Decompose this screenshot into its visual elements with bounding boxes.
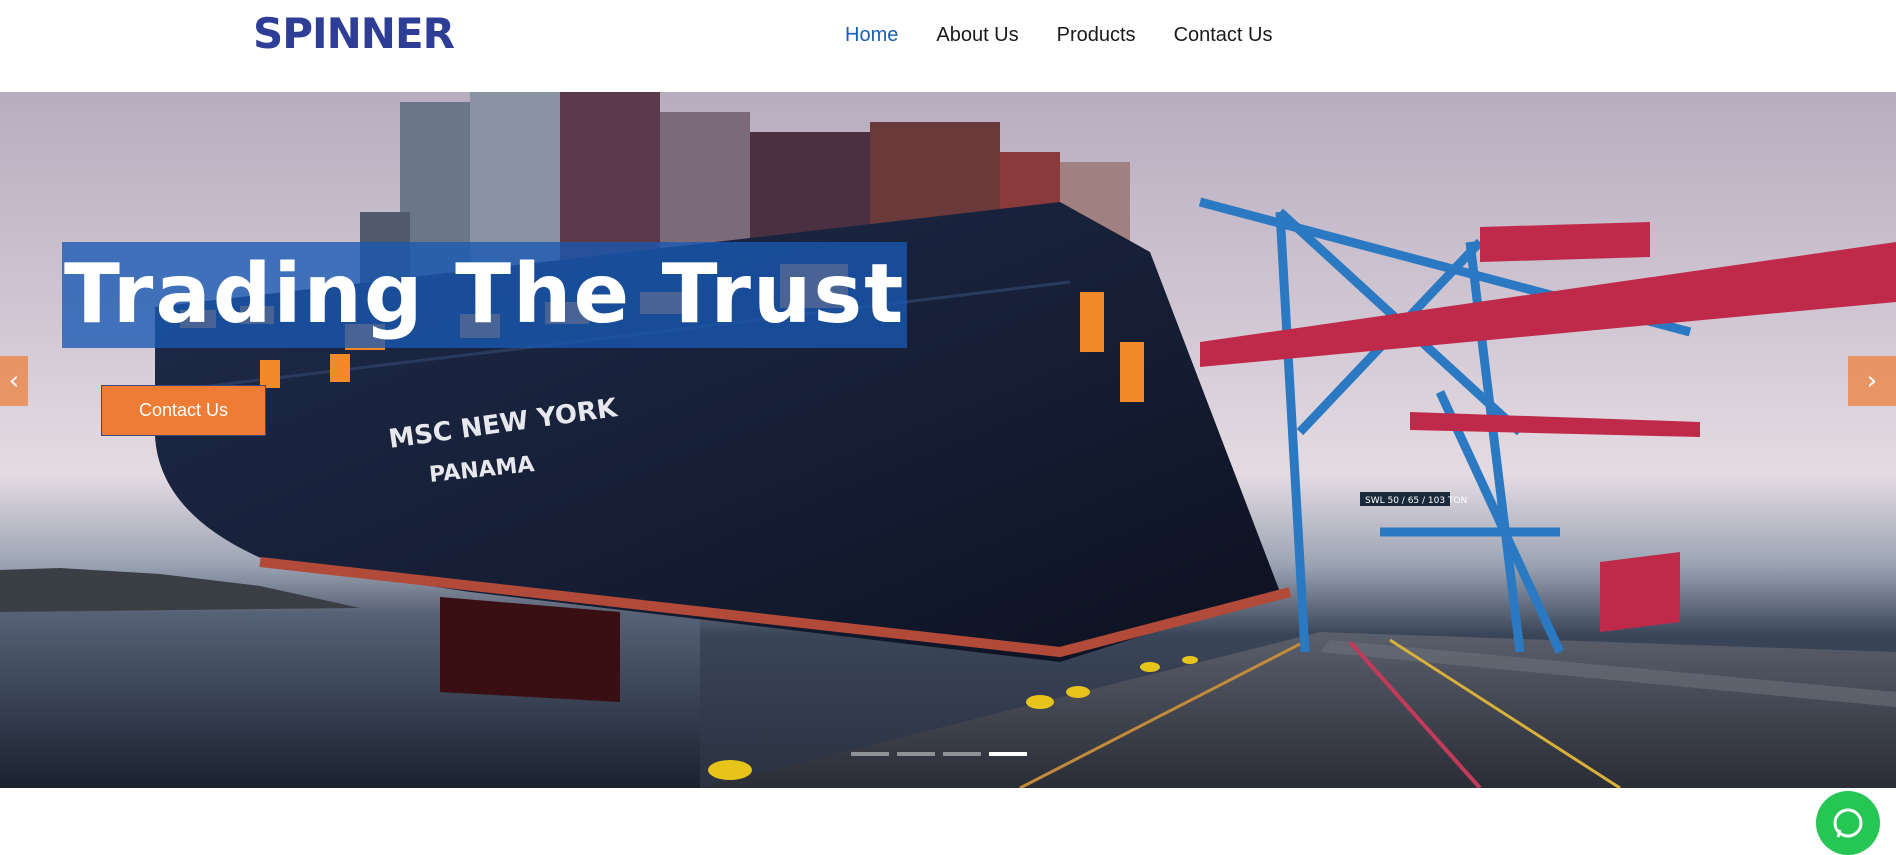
main-nav: Home About Us Products Contact Us	[845, 22, 1273, 48]
slider-dot-1[interactable]	[851, 752, 889, 756]
crane-capacity-text: SWL 50 / 65 / 103 TON	[1365, 496, 1467, 506]
slider-dot-3[interactable]	[943, 752, 981, 756]
hero-slider: MSC NEW YORK PANAMA SWL 50 / 65 / 103 TO…	[0, 92, 1896, 788]
slider-dot-2[interactable]	[897, 752, 935, 756]
hero-contact-button[interactable]: Contact Us	[101, 385, 266, 436]
nav-products[interactable]: Products	[1057, 22, 1136, 48]
nav-about-us[interactable]: About Us	[936, 22, 1018, 48]
hero-title: Trading The Trust	[62, 242, 908, 348]
nav-home[interactable]: Home	[845, 22, 898, 48]
slider-next-button[interactable]: ›	[1848, 356, 1896, 406]
slider-dots	[851, 752, 1027, 756]
slider-prev-button[interactable]: ‹	[0, 356, 28, 406]
hero-background-image: MSC NEW YORK PANAMA SWL 50 / 65 / 103 TO…	[0, 92, 1896, 788]
whatsapp-button[interactable]	[1816, 791, 1880, 855]
site-logo[interactable]: SPINNER	[253, 10, 455, 58]
site-header: SPINNER Home About Us Products Contact U…	[0, 0, 1896, 92]
whatsapp-icon	[1833, 808, 1863, 838]
chevron-left-icon: ‹	[8, 366, 20, 396]
slider-dot-4[interactable]	[989, 752, 1027, 756]
nav-contact-us[interactable]: Contact Us	[1174, 22, 1273, 48]
chevron-right-icon: ›	[1866, 366, 1878, 396]
